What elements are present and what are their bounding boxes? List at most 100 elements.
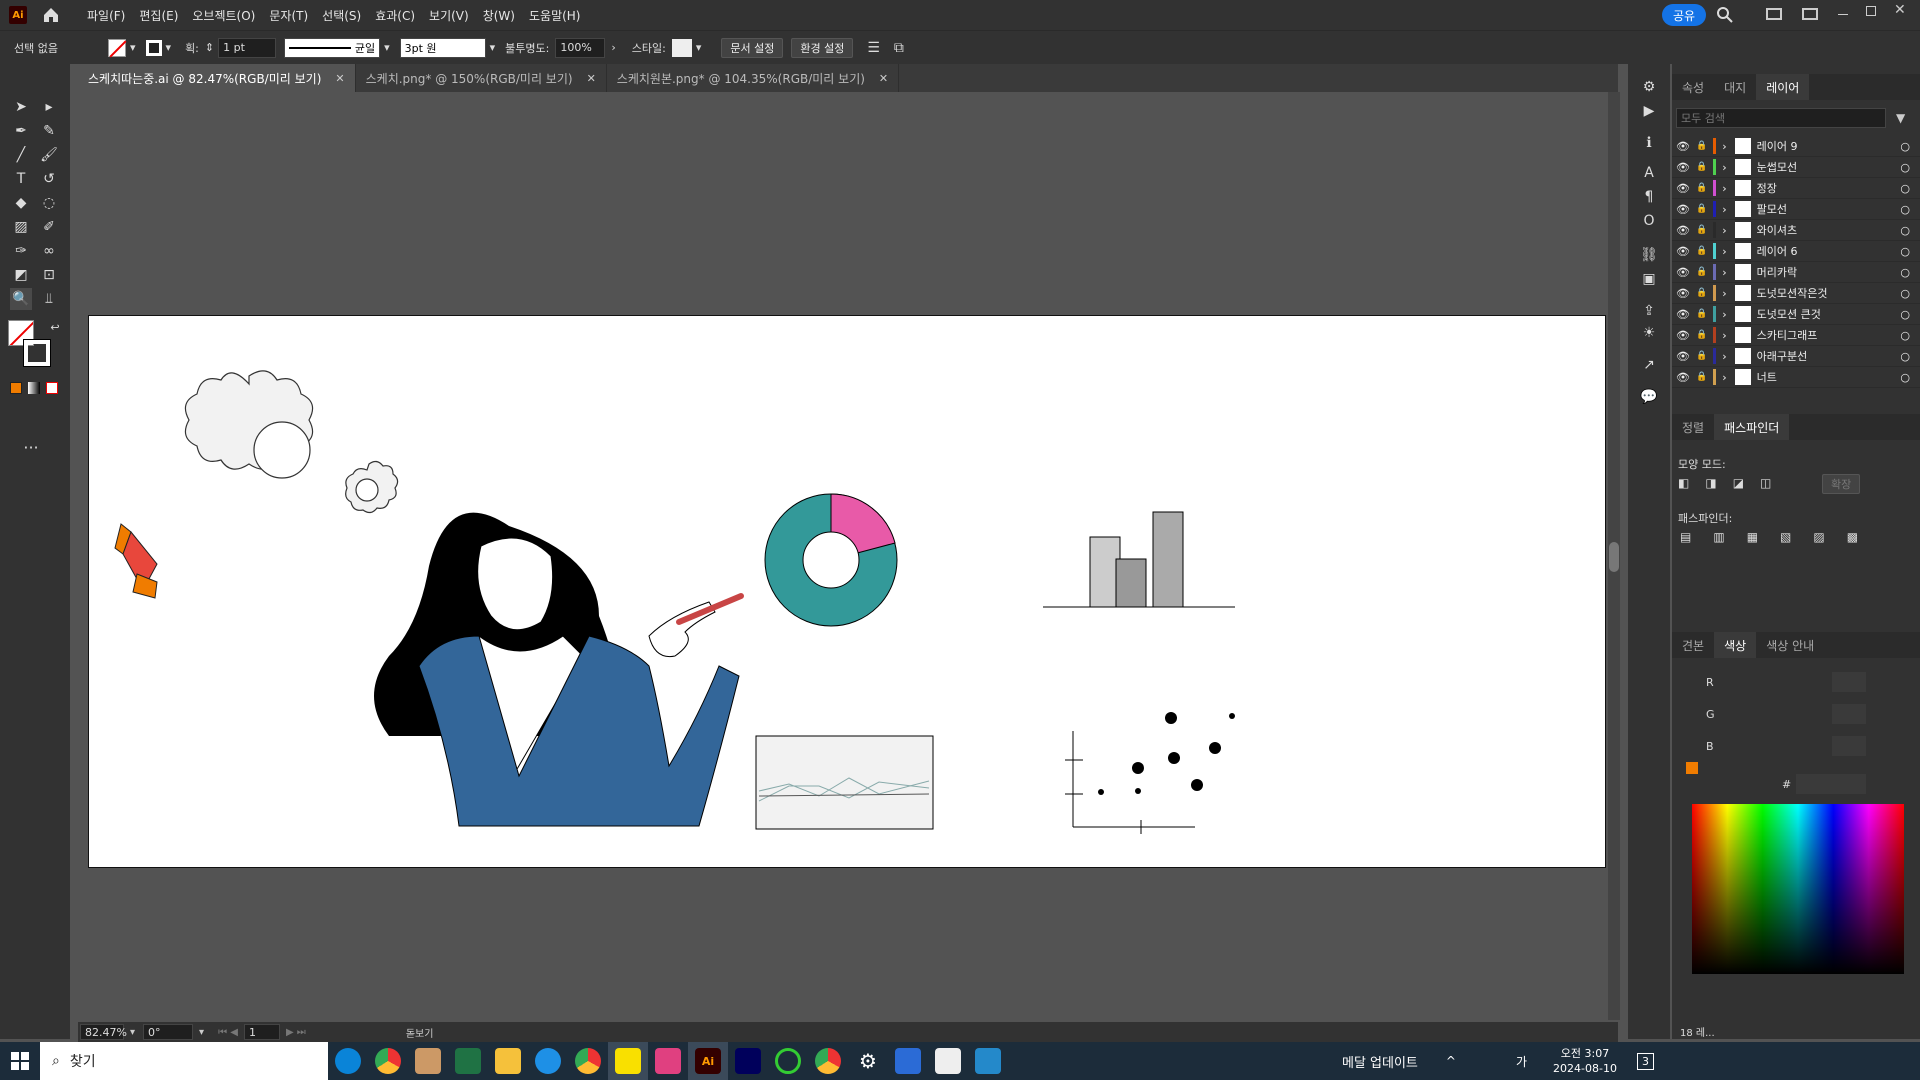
crop-icon[interactable]: ▧	[1780, 530, 1791, 544]
pen-tool-icon[interactable]: ✒	[10, 120, 32, 142]
sun-icon[interactable]: ☀	[1638, 322, 1660, 344]
artboard-tool-icon[interactable]: ⊡	[38, 264, 60, 286]
zoom-field[interactable]: 82.47%	[80, 1024, 127, 1040]
line-tool-icon[interactable]: ╱	[10, 144, 32, 166]
target-icon[interactable]: ○	[1900, 140, 1910, 153]
windows-icon[interactable]	[0, 1042, 40, 1080]
target-icon[interactable]: ○	[1900, 203, 1910, 216]
curvature-tool-icon[interactable]: ✎	[38, 120, 60, 142]
tab-layers[interactable]: 레이어	[1756, 74, 1810, 100]
width-tool-icon[interactable]: ✐	[38, 216, 60, 238]
zoom-tool-icon[interactable]: 🔍	[10, 288, 32, 310]
eye-icon[interactable]: 👁	[1676, 266, 1690, 279]
layer-row[interactable]: 👁 🔒 › 머리카락 ○	[1672, 262, 1920, 283]
rotate-tool-icon[interactable]: ↺	[38, 168, 60, 190]
selection-tool-icon[interactable]: ➤	[10, 96, 32, 118]
layer-row[interactable]: 👁 🔒 › 와이셔츠 ○	[1672, 220, 1920, 241]
chevron-right-icon[interactable]: ›	[1722, 287, 1726, 300]
stroke-swatch[interactable]	[145, 39, 162, 56]
restore-icon[interactable]	[1866, 6, 1876, 16]
excel-icon[interactable]	[448, 1042, 488, 1080]
out-of-gamut-swatch[interactable]	[1686, 762, 1698, 774]
brush-definition[interactable]: 3pt 원	[399, 37, 486, 58]
exclude-icon[interactable]: ◫	[1760, 476, 1771, 490]
gradient-mode-icon[interactable]	[28, 382, 40, 394]
chevron-right-icon[interactable]: ›	[1722, 308, 1726, 321]
document-setup-button[interactable]: 문서 설정	[721, 37, 784, 58]
edge-icon[interactable]	[328, 1042, 368, 1080]
tab-color[interactable]: 색상	[1714, 632, 1757, 658]
vscode-icon[interactable]	[968, 1042, 1008, 1080]
link-icon[interactable]: ⛓	[1638, 244, 1660, 266]
lock-icon[interactable]: 🔒	[1696, 267, 1707, 277]
menu-edit[interactable]: 편집(E)	[139, 7, 178, 24]
layer-name[interactable]: 레이어 9	[1757, 138, 1901, 154]
search-icon[interactable]	[1716, 6, 1734, 24]
merge-icon[interactable]: ▦	[1747, 530, 1758, 544]
lock-icon[interactable]: 🔒	[1696, 246, 1707, 256]
winamp-icon[interactable]	[408, 1042, 448, 1080]
target-icon[interactable]: ○	[1900, 308, 1910, 321]
chevron-right-icon[interactable]: ›	[1722, 245, 1726, 258]
layer-name[interactable]: 레이어 6	[1757, 243, 1901, 259]
eye-icon[interactable]: 👁	[1676, 245, 1690, 258]
target-icon[interactable]: ○	[1900, 182, 1910, 195]
layer-row[interactable]: 👁 🔒 › 너트 ○	[1672, 367, 1920, 388]
target-icon[interactable]: ○	[1900, 245, 1910, 258]
lock-icon[interactable]: 🔒	[1696, 162, 1707, 172]
chevron-right-icon[interactable]: ›	[1722, 350, 1726, 363]
unite-icon[interactable]: ◧	[1678, 476, 1689, 490]
info-icon[interactable]: ℹ	[1638, 132, 1660, 154]
divide-icon[interactable]: ▤	[1680, 530, 1691, 544]
layer-name[interactable]: 와이셔츠	[1757, 222, 1901, 238]
graphic-style-swatch[interactable]	[671, 38, 692, 57]
tab-artboards[interactable]: 대지	[1714, 74, 1756, 100]
brush-tool-icon[interactable]: 🖌	[38, 144, 60, 166]
home-icon[interactable]	[41, 5, 61, 25]
layer-row[interactable]: 👁 🔒 › 팔모선 ○	[1672, 199, 1920, 220]
layers-search-input[interactable]: 모두 검색	[1676, 108, 1886, 128]
tab-document-1[interactable]: 스케치따는중.ai @ 82.47%(RGB/미리 보기) ✕	[78, 64, 356, 92]
layer-name[interactable]: 도넛모션작은것	[1757, 285, 1901, 301]
rotate-field[interactable]: 0°	[143, 1024, 194, 1040]
tab-document-2[interactable]: 스케치.png* @ 150%(RGB/미리 보기) ✕	[356, 64, 607, 92]
chevron-right-icon[interactable]: ›	[1722, 161, 1726, 174]
file-explorer-icon[interactable]	[488, 1042, 528, 1080]
share-button[interactable]: 공유	[1662, 4, 1706, 26]
eye-icon[interactable]: 👁	[1676, 371, 1690, 384]
notification-badge[interactable]: 3	[1636, 1052, 1654, 1070]
hex-field[interactable]	[1796, 774, 1866, 794]
layer-name[interactable]: 아래구분선	[1757, 348, 1901, 364]
target-icon[interactable]: ○	[1900, 350, 1910, 363]
none-mode-icon[interactable]	[46, 382, 58, 394]
illustrator-icon[interactable]: Ai	[688, 1042, 728, 1080]
variable-width-profile[interactable]: 균일	[284, 37, 381, 58]
chevron-right-icon[interactable]: ›	[1722, 140, 1726, 153]
menu-effect[interactable]: 효과(C)	[375, 7, 415, 24]
tab-pathfinder[interactable]: 패스파인더	[1714, 414, 1790, 440]
chevron-right-icon[interactable]: ›	[1722, 182, 1726, 195]
layer-name[interactable]: 눈썹모선	[1757, 159, 1901, 175]
target-icon[interactable]: ○	[1900, 266, 1910, 279]
layer-row[interactable]: 👁 🔒 › 눈썹모선 ○	[1672, 157, 1920, 178]
store-icon[interactable]	[888, 1042, 928, 1080]
layer-name[interactable]: 머리카락	[1757, 264, 1901, 280]
layer-row[interactable]: 👁 🔒 › 아래구분선 ○	[1672, 346, 1920, 367]
layer-row[interactable]: 👁 🔒 › 도넛모션 큰것 ○	[1672, 304, 1920, 325]
menu-help[interactable]: 도움말(H)	[529, 7, 581, 24]
clock[interactable]: 오전 3:07 2024-08-10	[1553, 1046, 1617, 1076]
blend-tool-icon[interactable]: ∞	[38, 240, 60, 262]
layer-name[interactable]: 너트	[1757, 369, 1901, 385]
transform-icon[interactable]: ⧉	[894, 40, 904, 56]
layer-row[interactable]: 👁 🔒 › 정장 ○	[1672, 178, 1920, 199]
chevron-right-icon[interactable]: ›	[1722, 329, 1726, 342]
menu-object[interactable]: 오브젝트(O)	[192, 7, 255, 24]
tab-color-guide[interactable]: 색상 안내	[1756, 632, 1824, 658]
layer-row[interactable]: 👁 🔒 › 도넛모션작은것 ○	[1672, 283, 1920, 304]
eye-icon[interactable]: 👁	[1676, 287, 1690, 300]
eye-icon[interactable]: 👁	[1676, 329, 1690, 342]
layer-name[interactable]: 팔모선	[1757, 201, 1901, 217]
taskbar-search[interactable]: ⌕ 찾기	[40, 1042, 328, 1080]
photos-icon[interactable]	[928, 1042, 968, 1080]
close-icon[interactable]: ✕	[1894, 2, 1906, 18]
